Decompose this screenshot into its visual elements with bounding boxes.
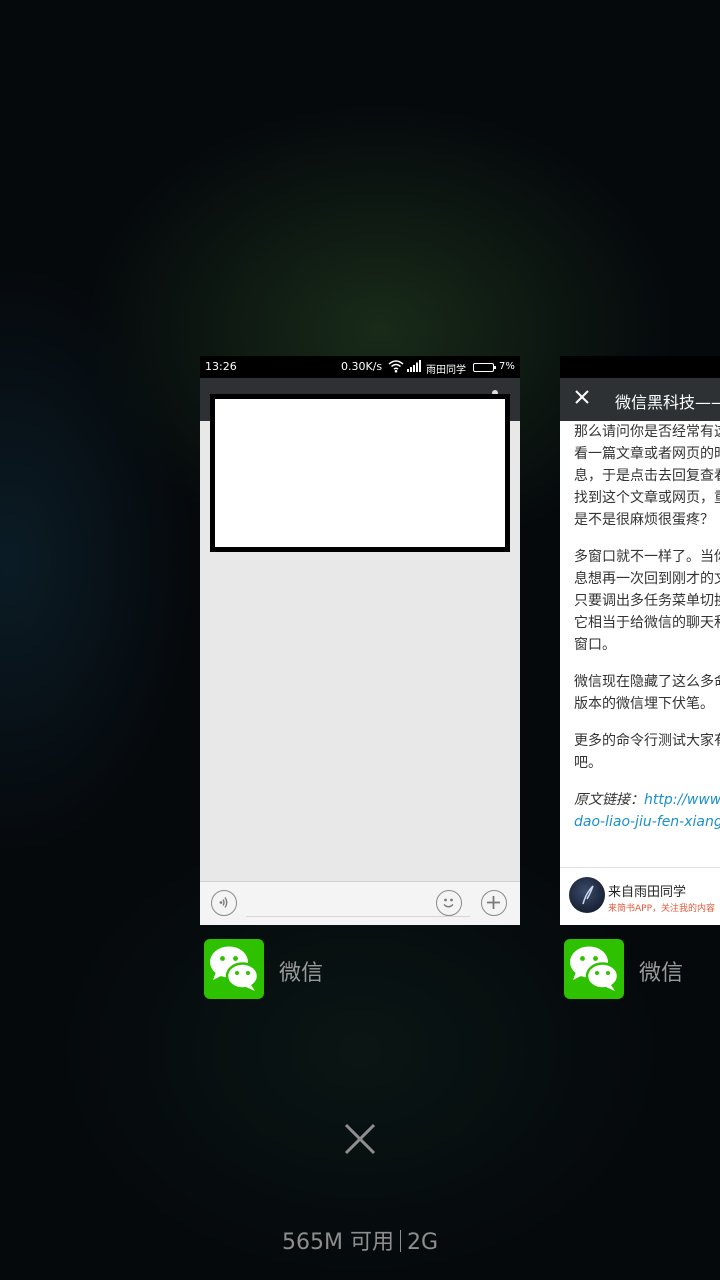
signal-icon (407, 360, 421, 372)
footer-from: 来自雨田同学 (608, 885, 687, 900)
article-paragraph: 微信现在隐藏了这么多命 版本的微信埋下伏笔。 (574, 674, 720, 712)
wifi-icon (388, 360, 404, 373)
article-paragraph: 那么请问你是否经常有这 看一篇文章或者网页的时 息，于是点击去回复查看 找到这个… (574, 424, 720, 528)
clear-all-button[interactable] (341, 1120, 379, 1158)
wechat-logo-icon (210, 946, 260, 991)
memory-available: 565M 可用 (281, 1230, 394, 1255)
voice-icon (219, 897, 228, 908)
article-title-bar: 微信黑科技—— (560, 378, 720, 421)
emoji-icon (443, 898, 454, 908)
memory-separator (399, 1230, 401, 1252)
memory-total: 2G (406, 1230, 438, 1255)
memory-info: 565M 可用 2G (0, 1224, 720, 1256)
status-bar (560, 356, 720, 378)
carrier-name: 雨田同学 (426, 365, 466, 376)
message-input-underline (246, 916, 470, 917)
article-footer: 来自雨田同学 来简书APP，关注我的内容 (560, 867, 720, 925)
app-name-label: 微信 (279, 961, 324, 986)
close-icon (575, 390, 589, 404)
battery-percent: 7% (499, 361, 515, 372)
footer-subtitle: 来简书APP，关注我的内容 (608, 904, 716, 914)
article-paragraph: 多窗口就不一样了。当你 息想再一次回到刚才的文 只要调出多任务菜单切换 它相当于… (574, 549, 720, 653)
status-bar: 13:26 0.30K/s 雨田同学 7% (200, 356, 520, 378)
wechat-logo-icon (570, 946, 620, 991)
voice-input-button (211, 890, 237, 916)
recent-app-card-wechat-article[interactable]: 微信黑科技—— 那么请问你是否经常有这 看一篇文章或者网页的时 息，于是点击去回… (560, 356, 720, 925)
article-paragraph: 更多的命令行测试大家有 吧。 (574, 733, 720, 771)
plus-icon (487, 896, 500, 909)
wechat-app-icon[interactable] (564, 939, 624, 999)
battery-icon (473, 363, 496, 372)
article-source: 原文链接：http://www. dao-liao-jiu-fen-xiang/… (574, 789, 720, 833)
source-label: 原文链接： (574, 792, 644, 808)
article-title: 微信黑科技—— (615, 393, 720, 412)
chat-input-bar (200, 881, 520, 925)
article-body: 那么请问你是否经常有这 看一篇文章或者网页的时 息，于是点击去回复查看 找到这个… (574, 421, 720, 848)
status-time: 13:26 (205, 360, 237, 373)
wechat-app-icon[interactable] (204, 939, 264, 999)
redacted-popup (210, 394, 510, 552)
emoji-button (436, 890, 462, 916)
network-speed: 0.30K/s (341, 360, 383, 373)
feather-icon (582, 885, 594, 905)
source-link-continued: dao-liao-jiu-fen-xiang/20 (574, 814, 720, 830)
author-avatar (569, 877, 605, 913)
more-actions-button (481, 890, 507, 916)
recent-app-card-wechat-chat[interactable]: 13:26 0.30K/s 雨田同学 7% (200, 356, 520, 925)
source-link: http://www. (644, 792, 720, 808)
app-name-label: 微信 (639, 961, 684, 986)
